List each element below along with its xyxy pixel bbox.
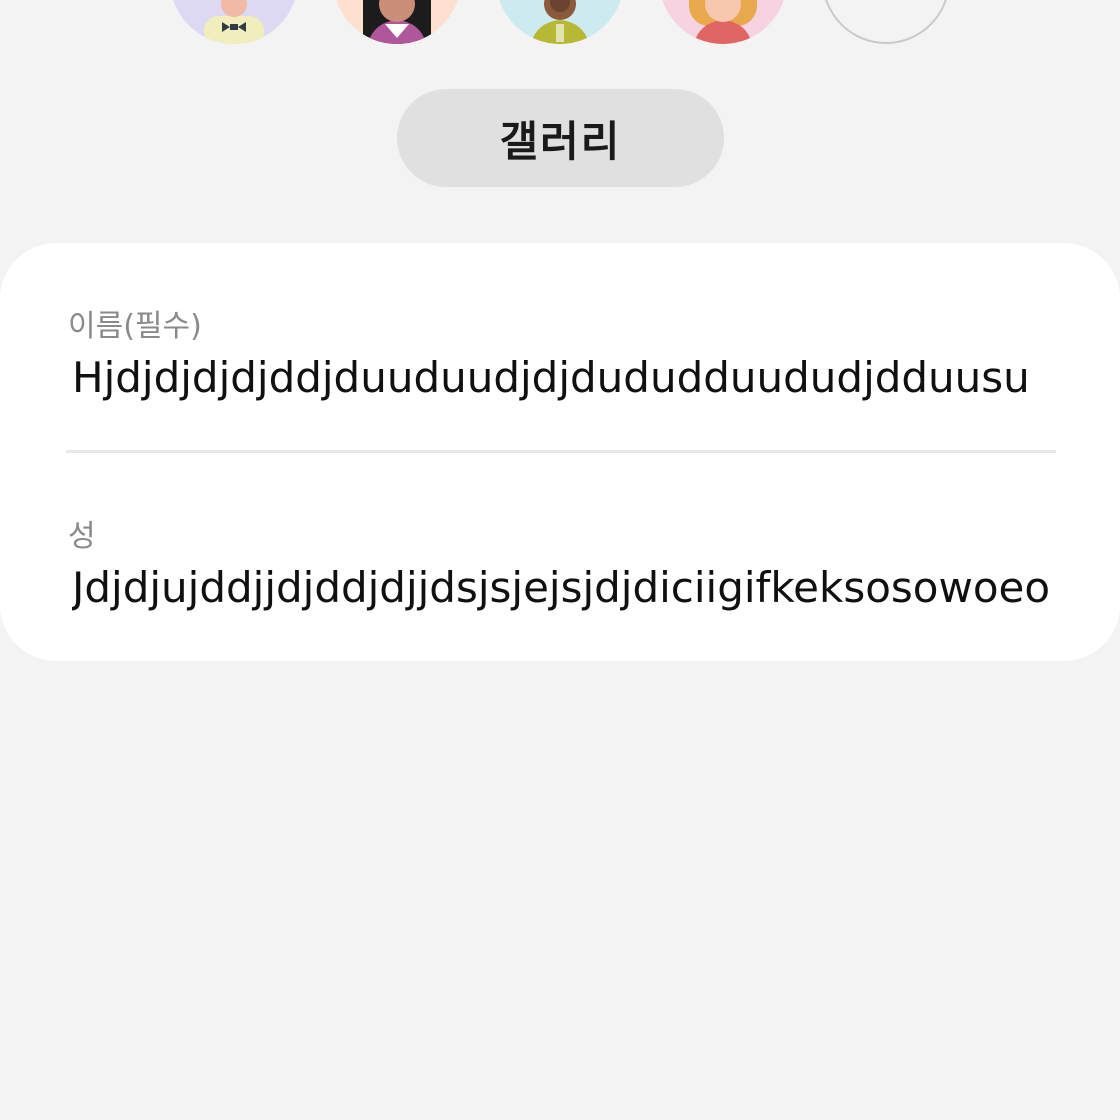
avatar-option-4[interactable] <box>659 0 787 44</box>
contact-edit-screen: 갤러리 이름(필수) Hjdjdjdjdjddjduuduudjdjdududd… <box>0 0 1120 1120</box>
field-divider <box>66 450 1056 453</box>
gallery-button-label: 갤러리 <box>499 116 622 166</box>
avatar-option-5-empty[interactable] <box>822 0 950 44</box>
avatar-boy-bowtie-icon <box>204 0 264 44</box>
avatar-girl-dark-hair-icon <box>363 0 431 44</box>
last-name-label: 성 <box>68 519 96 554</box>
avatar-option-2[interactable] <box>333 0 461 44</box>
avatar-girl-blonde-icon <box>689 0 757 44</box>
avatar-option-3[interactable] <box>496 0 624 44</box>
avatar-option-1[interactable] <box>170 0 298 44</box>
last-name-input[interactable]: Jdjdjujddjjdjddjdjjdsjsjejsjdjdiciigifke… <box>72 563 1050 612</box>
avatar-empty-icon <box>824 0 948 42</box>
name-form-card: 이름(필수) Hjdjdjdjdjddjduuduudjdjdududduudu… <box>0 243 1120 661</box>
first-name-input[interactable]: Hjdjdjdjdjddjduuduudjdjdududduududjdduus… <box>72 353 1050 402</box>
first-name-label: 이름(필수) <box>68 309 202 344</box>
gallery-button[interactable]: 갤러리 <box>397 89 724 187</box>
avatar-boy-dark-skin-icon <box>530 0 590 44</box>
